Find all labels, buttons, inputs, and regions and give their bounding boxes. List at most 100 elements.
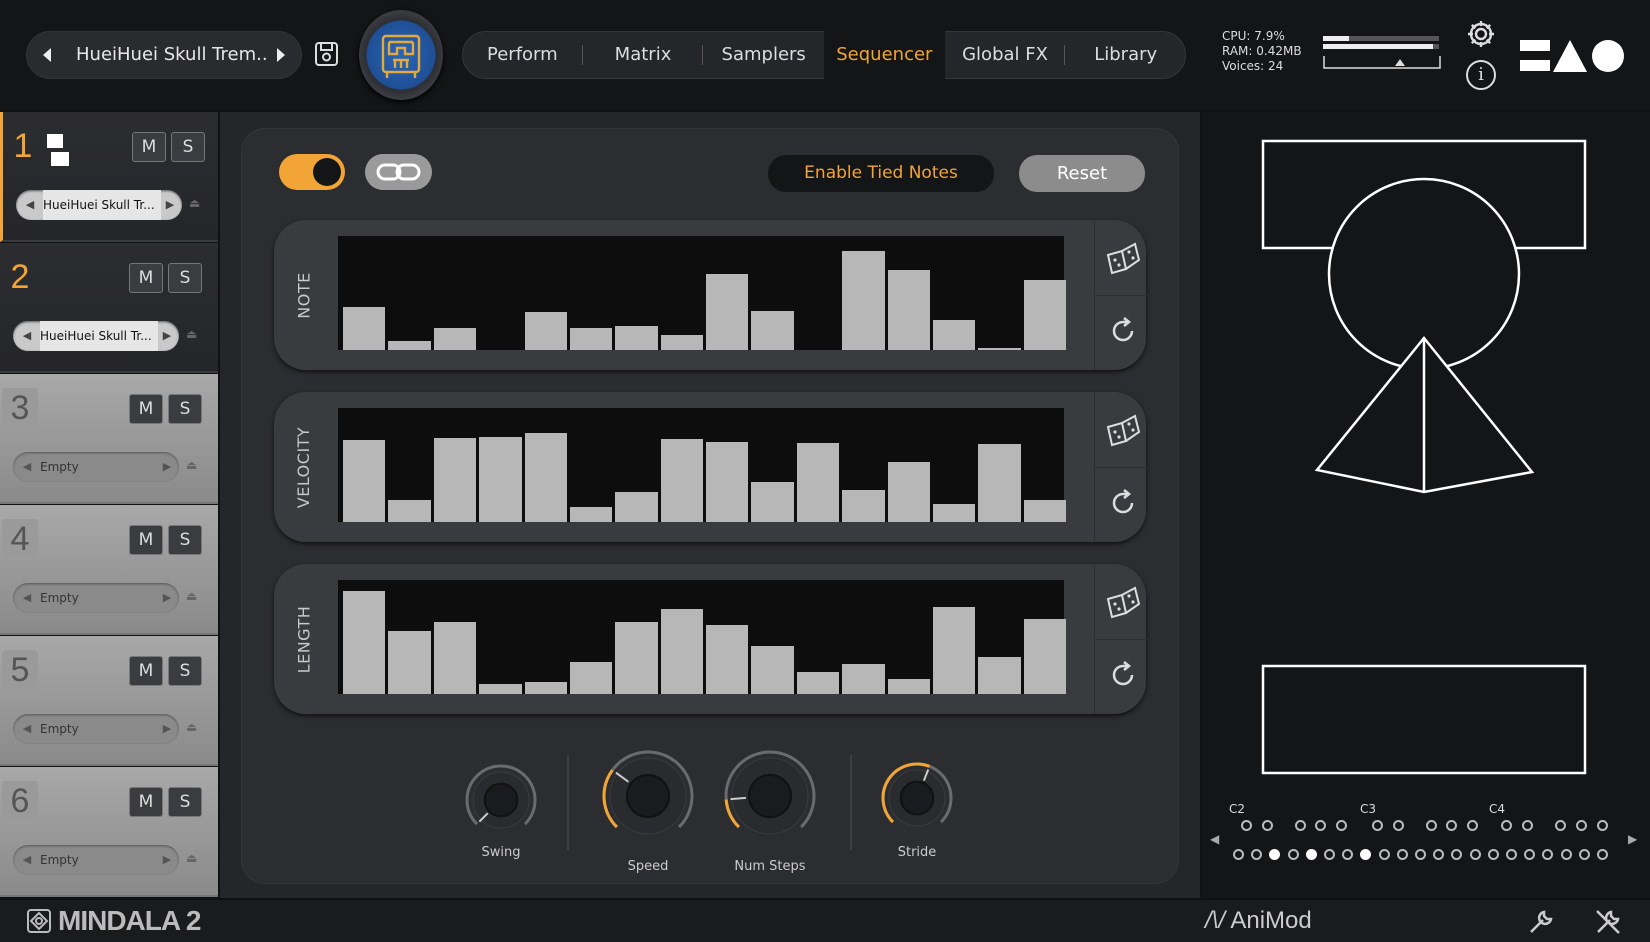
volume-slider[interactable] [1323, 56, 1441, 74]
note-dot[interactable] [1233, 849, 1244, 860]
note-dot[interactable] [1578, 849, 1590, 860]
tab-sequencer[interactable]: Sequencer [824, 31, 945, 79]
previous-preset-button[interactable] [30, 31, 64, 79]
step-bar[interactable] [842, 250, 885, 350]
tab-matrix[interactable]: Matrix [583, 31, 704, 79]
link-button[interactable] [365, 154, 432, 190]
step-bar[interactable] [524, 682, 567, 694]
step-bar[interactable] [433, 328, 477, 350]
step-bar[interactable] [796, 443, 840, 522]
eject-icon[interactable]: ⏏ [186, 327, 200, 343]
step-bar[interactable] [660, 334, 703, 350]
note-dot[interactable] [1287, 849, 1299, 860]
arrow-right-icon[interactable]: ▶ [157, 845, 177, 875]
note-dot[interactable] [1393, 820, 1404, 831]
note-dot[interactable] [1378, 849, 1390, 860]
step-bar[interactable] [569, 328, 613, 350]
knob-dial[interactable] [877, 758, 957, 838]
note-dot[interactable] [1305, 849, 1317, 860]
solo-button[interactable]: S [168, 263, 202, 293]
step-bar[interactable] [932, 503, 976, 522]
tools-off-icon[interactable] [1594, 908, 1622, 936]
eject-icon[interactable]: ⏏ [189, 196, 203, 212]
step-bar[interactable] [978, 657, 1021, 694]
solo-button[interactable]: S [168, 394, 202, 424]
step-bar[interactable] [615, 621, 658, 694]
mute-button[interactable]: M [129, 263, 163, 293]
randomize-dice-icon[interactable] [1105, 412, 1141, 448]
sample-selector[interactable]: ◀ Empty ▶ [13, 845, 179, 875]
sampler-slot-1[interactable]: 1 M S ◀ HueiHuei Skull Tr... ▶ ⏏ [0, 112, 218, 242]
step-bar[interactable] [433, 437, 477, 522]
sampler-slot-4[interactable]: 4 M S ◀ Empty ▶ ⏏ [0, 505, 218, 635]
step-bar[interactable] [887, 678, 930, 694]
step-bars[interactable] [338, 408, 1066, 522]
sample-selector[interactable]: ◀ Empty ▶ [13, 583, 179, 613]
note-dot[interactable] [1372, 820, 1383, 831]
sampler-slot-5[interactable]: 5 M S ◀ Empty ▶ ⏏ [0, 636, 218, 766]
step-bar[interactable] [978, 444, 1021, 522]
eject-icon[interactable]: ⏏ [186, 720, 200, 736]
step-bars[interactable] [338, 580, 1066, 694]
knob-swing[interactable] [461, 760, 541, 844]
step-bar[interactable] [887, 461, 930, 522]
mute-button[interactable]: M [129, 656, 163, 686]
step-bar[interactable] [1023, 279, 1066, 350]
step-bar[interactable] [343, 306, 386, 350]
gear-icon[interactable] [1465, 18, 1497, 50]
solo-button[interactable]: S [168, 656, 202, 686]
next-preset-button[interactable] [264, 31, 298, 79]
step-bar[interactable] [343, 591, 386, 694]
reset-lane-icon[interactable] [1108, 488, 1138, 518]
step-bar[interactable] [479, 436, 522, 522]
knob-speed[interactable] [598, 746, 698, 850]
sample-selector[interactable]: ◀ HueiHuei Skull Tr... ▶ [16, 190, 182, 220]
randomize-dice-icon[interactable] [1105, 240, 1141, 276]
note-dot[interactable] [1396, 849, 1408, 860]
step-bar[interactable] [615, 491, 658, 522]
note-dot[interactable] [1487, 849, 1499, 860]
note-dot[interactable] [1426, 820, 1437, 831]
sample-selector[interactable]: ◀ Empty ▶ [13, 452, 179, 482]
wrench-icon[interactable] [1527, 908, 1555, 936]
solo-button[interactable]: S [171, 132, 205, 162]
solo-button[interactable]: S [168, 787, 202, 817]
reset-lane-icon[interactable] [1108, 660, 1138, 690]
arrow-left-icon[interactable]: ◀ [17, 583, 37, 613]
mute-button[interactable]: M [129, 394, 163, 424]
arrow-left-icon[interactable]: ◀ [20, 190, 40, 220]
tab-library[interactable]: Library [1065, 31, 1186, 79]
note-dot[interactable] [1324, 849, 1335, 860]
sample-selector[interactable]: ◀ HueiHuei Skull Tr... ▶ [13, 321, 179, 351]
step-bar[interactable] [388, 500, 431, 522]
note-dot[interactable] [1560, 849, 1572, 860]
note-dot[interactable] [1506, 849, 1517, 860]
solo-button[interactable]: S [168, 525, 202, 555]
eject-icon[interactable]: ⏏ [186, 851, 200, 867]
arrow-right-icon[interactable]: ▶ [157, 321, 177, 351]
knob-dial[interactable] [461, 760, 541, 840]
randomize-dice-icon[interactable] [1105, 584, 1141, 620]
note-dot[interactable] [1262, 820, 1273, 831]
step-bar[interactable] [751, 646, 794, 694]
step-bar[interactable] [388, 341, 431, 350]
sampler-slot-6[interactable]: 6 M S ◀ Empty ▶ ⏏ [0, 767, 218, 897]
note-dot[interactable] [1336, 820, 1347, 831]
arrow-left-icon[interactable]: ◀ [17, 714, 37, 744]
arrow-left-icon[interactable]: ◀ [17, 452, 37, 482]
mute-button[interactable]: M [132, 132, 166, 162]
step-bar[interactable] [524, 312, 567, 350]
step-bar[interactable] [751, 311, 794, 350]
arrow-right-icon[interactable]: ▶ [157, 583, 177, 613]
step-bar[interactable] [796, 672, 840, 694]
step-bar[interactable] [524, 433, 567, 522]
arrow-right-icon[interactable]: ▶ [157, 714, 177, 744]
step-bar[interactable] [1023, 500, 1066, 522]
reset-button[interactable]: Reset [1019, 155, 1145, 192]
note-dot[interactable] [1501, 820, 1512, 831]
step-bar[interactable] [842, 663, 885, 694]
tab-global-fx[interactable]: Global FX [945, 31, 1066, 79]
step-bar[interactable] [569, 661, 613, 694]
step-bars[interactable] [338, 236, 1066, 350]
eject-icon[interactable]: ⏏ [186, 458, 200, 474]
